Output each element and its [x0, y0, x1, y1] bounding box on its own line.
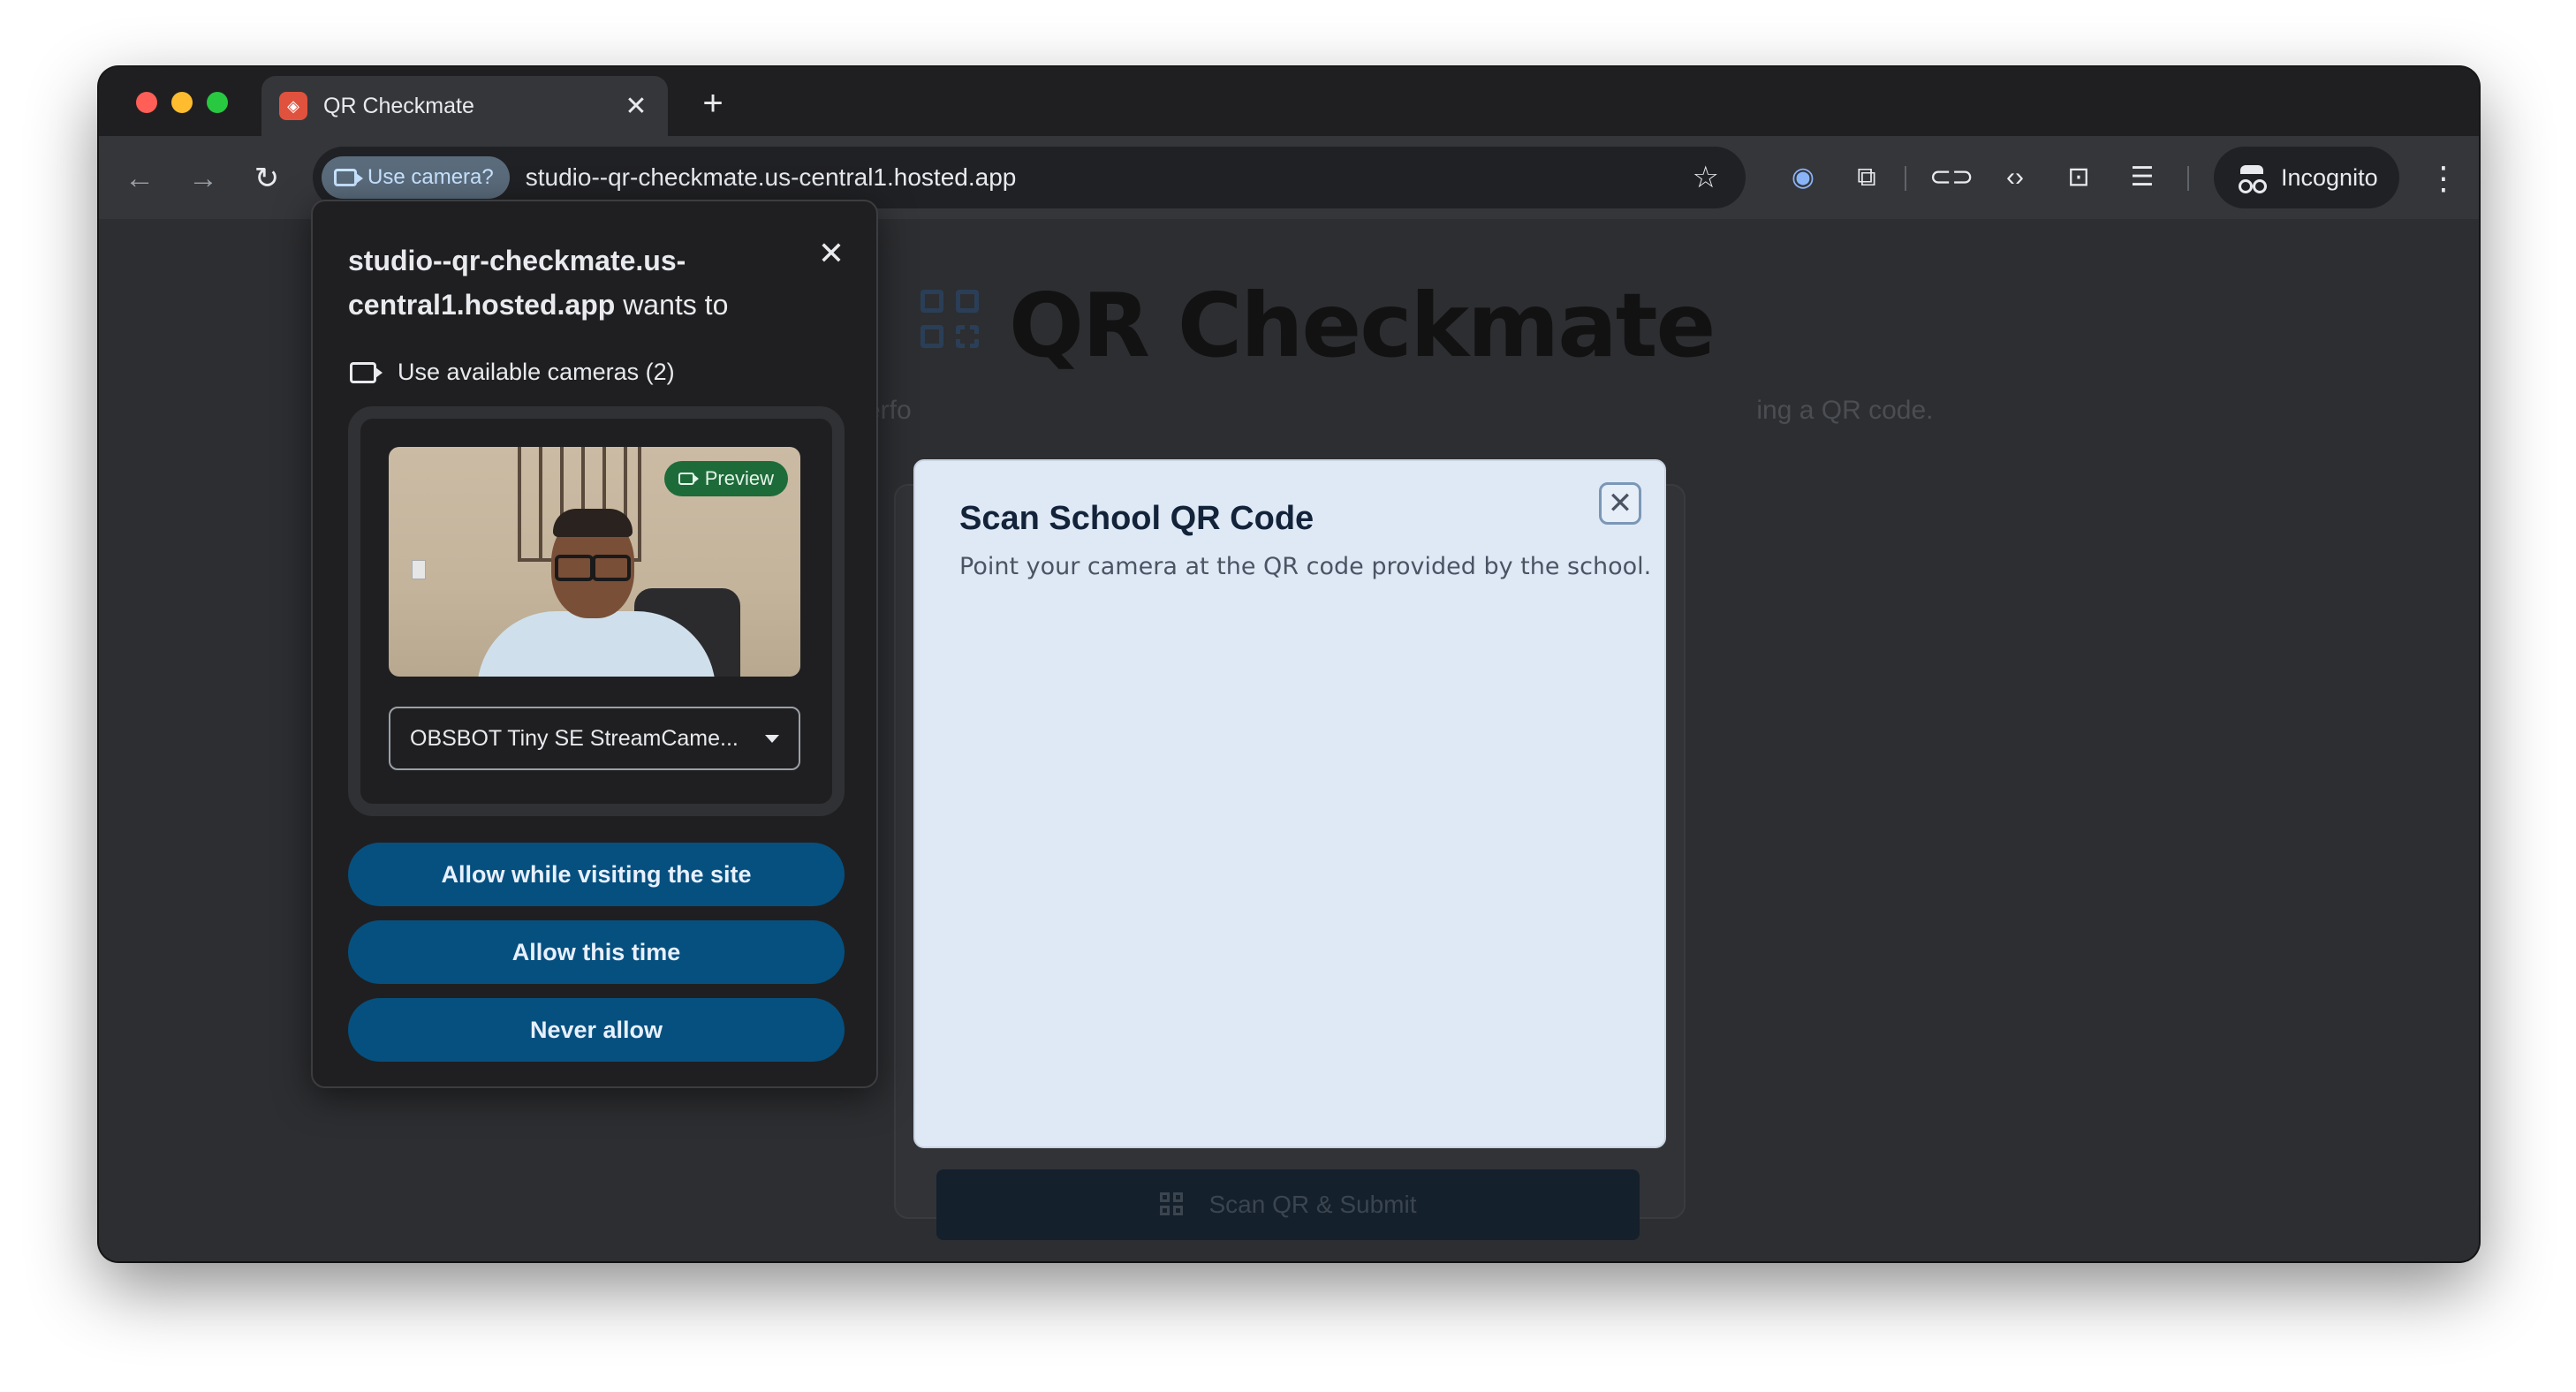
camera-preview-video: Preview — [389, 447, 800, 677]
preview-badge: Preview — [663, 461, 788, 496]
devtools-icon[interactable]: ‹› — [1993, 155, 2037, 200]
maximize-window-button[interactable] — [207, 92, 228, 113]
lens-icon[interactable]: ⊡ — [2057, 155, 2101, 200]
reading-mode-icon[interactable]: ☰ — [2120, 155, 2164, 200]
never-allow-button[interactable]: Never allow — [348, 998, 845, 1062]
scan-submit-button[interactable]: Scan QR & Submit — [936, 1169, 1640, 1240]
preview-badge-label: Preview — [704, 467, 774, 489]
tab-close-icon[interactable]: ✕ — [622, 91, 650, 122]
new-tab-button[interactable]: + — [691, 81, 735, 125]
minimize-window-button[interactable] — [171, 92, 193, 113]
camera-select-value: OBSBOT Tiny SE StreamCame... — [410, 725, 739, 751]
toolbar-divider — [1905, 166, 1906, 191]
permission-suffix: wants to — [615, 289, 729, 321]
popup-close-icon[interactable]: ✕ — [818, 235, 845, 272]
extensions-icon[interactable]: ⧉ — [1845, 155, 1889, 200]
tab-qr-checkmate[interactable]: ◈ QR Checkmate ✕ — [261, 76, 668, 136]
close-window-button[interactable] — [136, 92, 157, 113]
camera-permission-chip[interactable]: Use camera? — [322, 156, 510, 199]
link-icon[interactable]: ⊂⊃ — [1929, 155, 1974, 200]
allow-while-visiting-button[interactable]: Allow while visiting the site — [348, 843, 845, 906]
person-glasses — [555, 555, 631, 581]
dialog-close-button[interactable]: ✕ — [1599, 482, 1641, 525]
chevron-down-icon — [765, 734, 779, 743]
camera-icon — [334, 169, 363, 186]
tab-strip: ◈ QR Checkmate ✕ + — [99, 67, 2479, 136]
permission-heading: studio--qr-checkmate.us-central1.hosted.… — [348, 238, 807, 327]
incognito-label: Incognito — [2281, 163, 2378, 191]
qr-icon — [1159, 1192, 1185, 1217]
dialog-description: Point your camera at the QR code provide… — [959, 553, 1652, 580]
forward-icon[interactable]: → — [182, 157, 224, 200]
toolbar-divider — [2187, 166, 2189, 191]
star-icon[interactable]: ☆ — [1693, 160, 1719, 195]
permission-option-label: Use available cameras (2) — [398, 359, 675, 385]
camera-permission-popup: studio--qr-checkmate.us-central1.hosted.… — [311, 200, 878, 1088]
page-subtitle-right: ing a QR code. — [1756, 396, 1934, 425]
permission-option: Use available cameras (2) — [350, 359, 675, 386]
favicon-icon: ◈ — [279, 92, 307, 120]
page-subtitle: erfo ing a QR code. — [866, 396, 1961, 426]
dialog-title: Scan School QR Code — [959, 500, 1315, 537]
menu-icon[interactable]: ⋮ — [2428, 157, 2459, 200]
camera-icon — [350, 361, 383, 383]
password-manager-icon[interactable]: ◉ — [1781, 155, 1825, 200]
camera-icon — [678, 473, 699, 485]
url-text[interactable]: studio--qr-checkmate.us-central1.hosted.… — [526, 163, 1693, 192]
incognito-icon — [2237, 165, 2267, 193]
scan-qr-dialog: Scan School QR Code Point your camera at… — [913, 459, 1666, 1148]
page-title: QR Checkmate — [1009, 274, 1716, 377]
wall-switch — [412, 560, 426, 579]
camera-preview-panel: Preview OBSBOT Tiny SE StreamCame... — [348, 406, 845, 816]
browser-window: ◈ QR Checkmate ✕ + ← → ↻ Use camera? stu… — [99, 67, 2479, 1261]
person-hair — [553, 509, 633, 537]
qr-logo-icon — [921, 290, 982, 352]
tab-title: QR Checkmate — [323, 93, 474, 118]
back-icon[interactable]: ← — [118, 157, 161, 200]
allow-this-time-button[interactable]: Allow this time — [348, 920, 845, 984]
reload-icon[interactable]: ↻ — [246, 157, 288, 200]
chip-label: Use camera? — [367, 165, 494, 189]
camera-select[interactable]: OBSBOT Tiny SE StreamCame... — [389, 707, 800, 770]
incognito-indicator[interactable]: Incognito — [2214, 147, 2399, 208]
scan-submit-label: Scan QR & Submit — [1208, 1191, 1417, 1218]
